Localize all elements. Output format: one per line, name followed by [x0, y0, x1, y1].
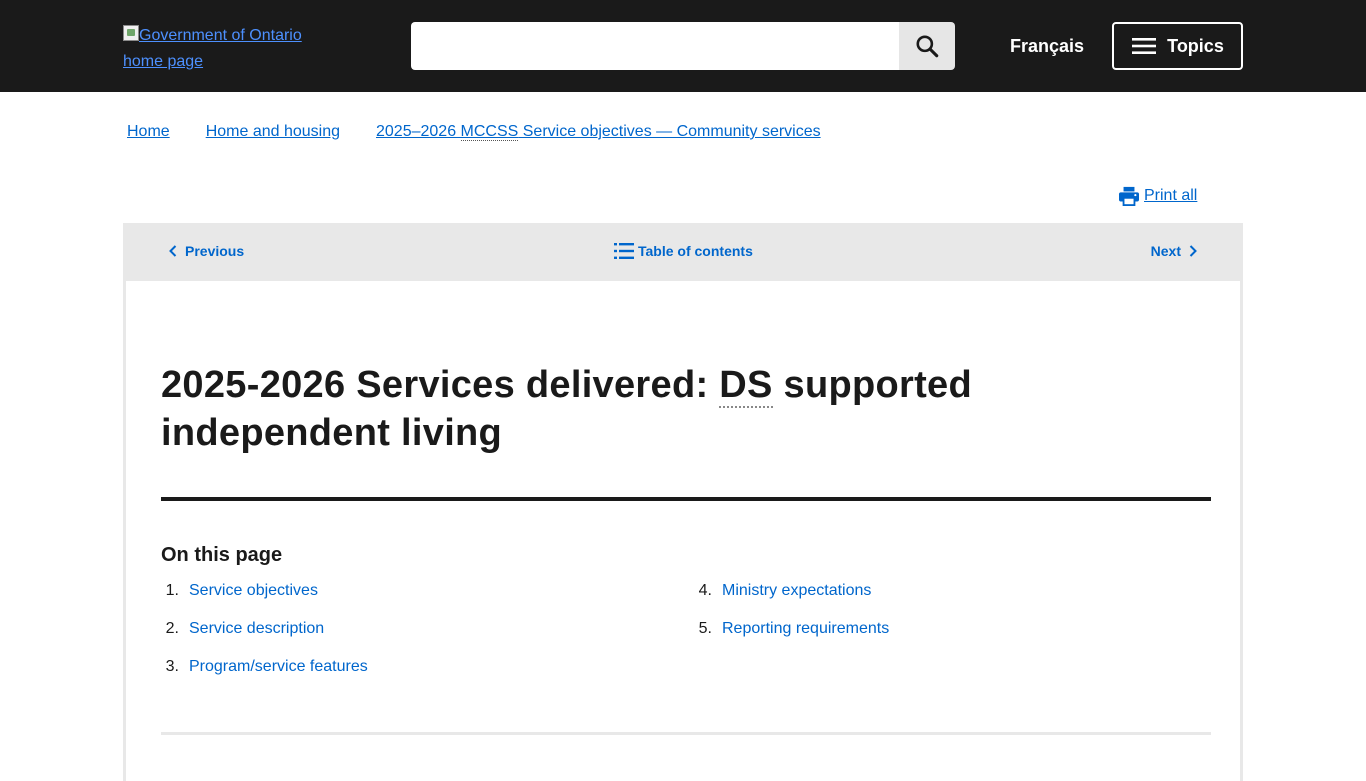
chevron-right-icon: [1189, 245, 1197, 257]
print-all-label: Print all: [1144, 187, 1198, 204]
list-item: 4. Ministry expectations: [694, 581, 889, 619]
print-all-link[interactable]: Print all: [1118, 186, 1197, 206]
breadcrumb: Home Home and housing 2025–2026 MCCSS Se…: [127, 122, 857, 142]
on-this-page-list-left: 1. Service objectives 2. Service descrip…: [161, 581, 368, 695]
logo-alt-text-line1: Government of Ontario: [139, 27, 302, 44]
printer-icon: [1119, 186, 1139, 206]
breadcrumb-home-and-housing[interactable]: Home and housing: [206, 122, 340, 142]
logo-alt-text-line2: home page: [123, 53, 204, 70]
list-item: 1. Service objectives: [161, 581, 368, 619]
broken-image-icon: [123, 25, 139, 41]
mccss-abbreviation[interactable]: MCCSS: [460, 123, 519, 141]
next-label: Next: [1150, 243, 1181, 259]
toc-link-service-objectives[interactable]: Service objectives: [189, 581, 318, 619]
ds-abbreviation[interactable]: DS: [719, 364, 773, 408]
toc-link-program-service-features[interactable]: Program/service features: [189, 657, 368, 695]
main-content: 2025-2026 Services delivered: DS support…: [123, 281, 1243, 781]
menu-icon: [1132, 38, 1157, 54]
on-this-page-list-right: 4. Ministry expectations 5. Reporting re…: [694, 581, 890, 657]
list-item-number: 4.: [698, 582, 712, 599]
title-divider: [161, 497, 1211, 501]
list-item-number: 1.: [165, 582, 179, 599]
search-input[interactable]: [411, 22, 899, 70]
list-icon: [614, 243, 634, 259]
breadcrumb-label-pre: 2025–2026: [376, 123, 461, 140]
search-button[interactable]: [899, 22, 955, 70]
breadcrumb-current-publication[interactable]: 2025–2026 MCCSS Service objectives — Com…: [376, 122, 821, 142]
toc-link-reporting-requirements[interactable]: Reporting requirements: [722, 619, 889, 657]
topics-menu-button[interactable]: Topics: [1112, 22, 1243, 70]
list-item-number: 2.: [165, 620, 179, 637]
list-item: 3. Program/service features: [161, 657, 368, 695]
logo-link[interactable]: Government of Ontario home page: [123, 23, 323, 75]
list-item-number: 5.: [698, 620, 712, 637]
previous-page-link[interactable]: Previous: [169, 242, 244, 260]
section-divider: [161, 732, 1211, 735]
table-of-contents-link[interactable]: Table of contents: [614, 242, 753, 260]
topics-label: Topics: [1167, 35, 1224, 56]
chevron-left-icon: [169, 245, 177, 257]
page-navigation-bar: Previous Table of contents Next: [123, 223, 1243, 281]
language-toggle-link[interactable]: Français: [1010, 35, 1084, 57]
site-header: Government of Ontario home page Français…: [0, 0, 1366, 92]
breadcrumb-label-post: Service objectives — Community services: [518, 123, 821, 140]
previous-label: Previous: [185, 243, 245, 259]
table-of-contents-label: Table of contents: [638, 243, 753, 259]
search-icon: [916, 35, 939, 58]
breadcrumb-home[interactable]: Home: [127, 122, 170, 142]
next-page-link[interactable]: Next: [1151, 242, 1197, 260]
list-item: 5. Reporting requirements: [694, 619, 890, 657]
page-title: 2025-2026 Services delivered: DS support…: [161, 361, 1161, 457]
page-title-pre: 2025-2026 Services delivered:: [161, 364, 720, 406]
on-this-page-heading: On this page: [161, 544, 283, 566]
toc-link-ministry-expectations[interactable]: Ministry expectations: [722, 581, 871, 619]
toc-link-service-description[interactable]: Service description: [189, 619, 324, 657]
list-item: 2. Service description: [161, 619, 368, 657]
list-item-number: 3.: [165, 658, 179, 675]
